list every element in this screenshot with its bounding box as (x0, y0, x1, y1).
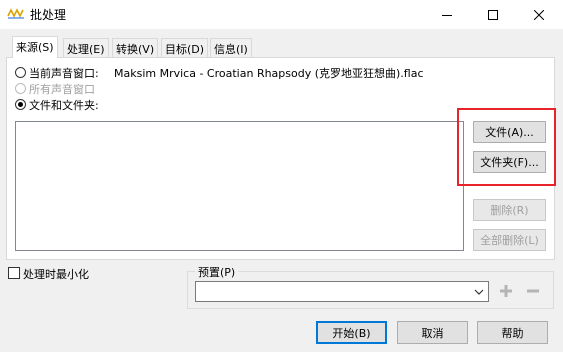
plus-icon[interactable] (498, 283, 514, 299)
current-window-radio[interactable] (15, 67, 26, 78)
all-windows-label: 所有声音窗口 (29, 83, 95, 96)
maximize-button[interactable] (470, 0, 516, 29)
files-folders-radio[interactable] (15, 99, 26, 110)
add-file-button[interactable]: 文件(A)... (473, 121, 546, 143)
all-windows-radio[interactable] (15, 83, 26, 94)
delete-all-button[interactable]: 全部删除(L) (473, 229, 546, 251)
preset-input[interactable] (198, 283, 468, 300)
help-button[interactable]: 帮助 (477, 321, 548, 344)
tab-source[interactable]: 来源(S) (12, 36, 58, 58)
close-button[interactable] (516, 0, 562, 29)
tab-info[interactable]: 信息(I) (210, 38, 252, 57)
close-icon (534, 9, 544, 20)
current-window-file: Maksim Mrvica - Croatian Rhapsody (克罗地亚狂… (114, 67, 424, 80)
title-bar: 批处理 (0, 0, 563, 29)
start-button[interactable]: 开始(B) (316, 321, 387, 344)
cancel-button[interactable]: 取消 (397, 321, 468, 344)
maximize-icon (488, 9, 498, 20)
minimize-label: 处理时最小化 (23, 268, 89, 281)
tab-convert[interactable]: 转换(V) (112, 38, 159, 57)
minimize-icon (442, 14, 452, 16)
minus-icon[interactable] (525, 283, 541, 299)
preset-combo[interactable] (195, 281, 489, 302)
waveform-icon (7, 8, 24, 19)
preset-group-label: 预置(P) (195, 264, 239, 280)
tab-process[interactable]: 处理(E) (63, 38, 109, 57)
files-folders-label: 文件和文件夹: (29, 99, 99, 112)
window-title: 批处理 (30, 8, 67, 22)
delete-button[interactable]: 删除(R) (473, 199, 546, 221)
add-folder-button[interactable]: 文件夹(F)... (473, 151, 546, 173)
file-list[interactable] (15, 121, 464, 251)
minimize-checkbox[interactable] (8, 267, 20, 279)
tab-target[interactable]: 目标(D) (161, 38, 209, 57)
chevron-down-icon[interactable] (473, 286, 485, 298)
current-window-label: 当前声音窗口: (29, 67, 99, 80)
minimize-button[interactable] (424, 0, 470, 29)
